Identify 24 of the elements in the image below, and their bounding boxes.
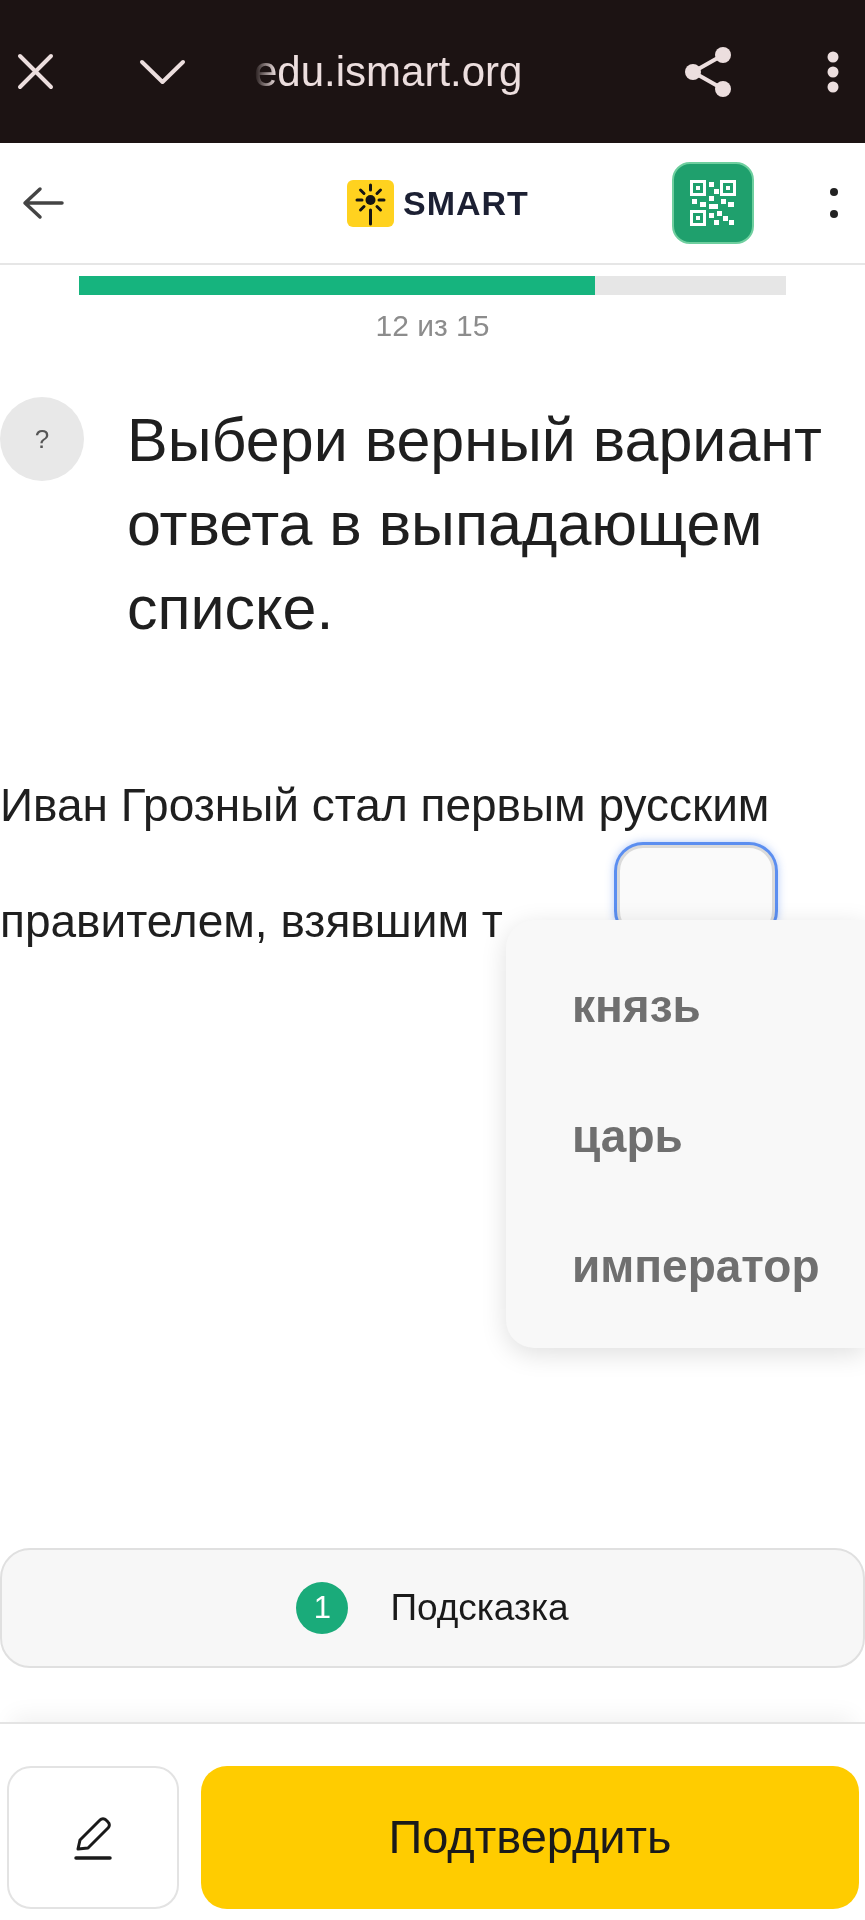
dropdown-option[interactable]: царь (506, 1071, 865, 1201)
hint-button[interactable]: 1 Подсказка (0, 1548, 865, 1668)
dropdown-option[interactable]: князь (506, 941, 865, 1071)
more-menu-icon[interactable] (829, 187, 839, 219)
help-button[interactable]: ? (0, 397, 84, 481)
progress-counter: 12 из 15 (375, 309, 490, 343)
hint-label: Подсказка (390, 1586, 569, 1631)
hint-count-badge: 1 (296, 1582, 349, 1634)
qr-code-icon (690, 180, 736, 226)
question-title: Выбери верный вариант ответа в выпадающем списке. (127, 405, 823, 644)
close-icon[interactable] (17, 53, 54, 90)
back-arrow-icon[interactable] (22, 186, 64, 220)
sentence-line: правителем, взявшим т (0, 895, 503, 947)
logo-text: SMART (403, 186, 529, 220)
share-icon[interactable] (683, 45, 733, 98)
pencil-icon (73, 1814, 113, 1861)
more-menu-icon[interactable] (826, 50, 840, 93)
url-text[interactable]: edu.ismart.org (254, 40, 683, 103)
sentence-line: Иван Грозный стал первым русским (0, 779, 770, 831)
sun-logo-icon (347, 179, 394, 227)
chevron-down-icon[interactable] (139, 58, 186, 85)
qr-code-button[interactable] (672, 162, 754, 244)
dropdown-option[interactable]: император (506, 1201, 865, 1331)
confirm-button[interactable]: Подтвердить (201, 1766, 859, 1909)
